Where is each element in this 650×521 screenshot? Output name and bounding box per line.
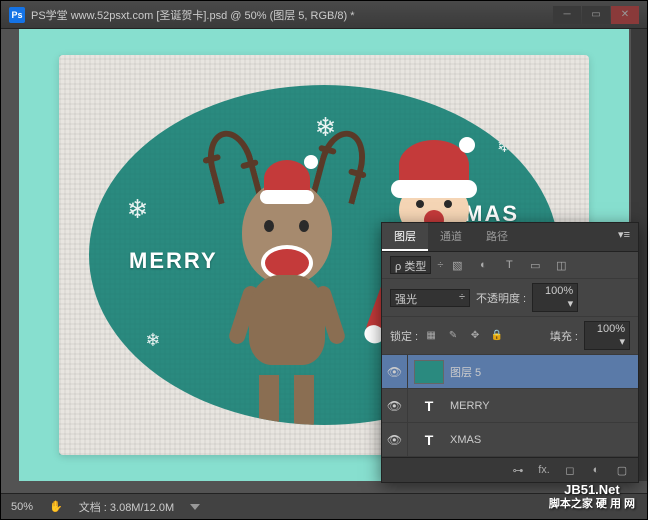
fill-input[interactable]: 100% ▾ xyxy=(584,321,630,350)
lock-row: 锁定 : ▦ ✎ ✥ 🔒 填充 : 100% ▾ xyxy=(382,317,638,355)
panel-menu-icon[interactable]: ▾≡ xyxy=(610,223,638,251)
layer-group-icon[interactable]: ▢ xyxy=(614,462,630,478)
blend-row: 强光 ÷ 不透明度 : 100% ▾ xyxy=(382,279,638,317)
link-layers-icon[interactable]: ⊶ xyxy=(510,462,526,478)
filter-smart-icon[interactable]: ◫ xyxy=(553,257,569,273)
layer-name[interactable]: 图层 5 xyxy=(450,364,638,380)
layer-name[interactable]: MERRY xyxy=(450,400,638,412)
tab-channels[interactable]: 通道 xyxy=(428,223,474,251)
layer-fx-icon[interactable]: fx. xyxy=(536,462,552,478)
filter-adjust-icon[interactable]: ◐ xyxy=(475,257,491,273)
fill-label: 填充 : xyxy=(550,328,578,344)
layer-row[interactable]: 👁 T MERRY xyxy=(382,389,638,423)
layer-name[interactable]: XMAS xyxy=(450,434,638,446)
visibility-eye-icon[interactable]: 👁 xyxy=(382,423,408,456)
filter-row: ρ 类型 ÷ ▧ ◐ T ▭ ◫ xyxy=(382,252,638,279)
merry-text: MERRY xyxy=(129,248,218,274)
watermark: JB51.Net 脚本之家 硬 用 网 xyxy=(549,482,635,511)
maximize-button[interactable]: ▭ xyxy=(582,6,610,24)
layer-mask-icon[interactable]: ◻ xyxy=(562,462,578,478)
window-controls: ─ ▭ ✕ xyxy=(553,6,639,24)
titlebar: Ps PS学堂 www.52psxt.com [圣诞贺卡].psd @ 50% … xyxy=(1,1,647,29)
minimize-button[interactable]: ─ xyxy=(553,6,581,24)
zoom-level[interactable]: 50% xyxy=(11,501,33,513)
flyout-icon[interactable] xyxy=(190,504,200,510)
document-title: PS学堂 www.52psxt.com [圣诞贺卡].psd @ 50% (图层… xyxy=(31,7,553,23)
layer-kind-filter[interactable]: ρ 类型 xyxy=(390,256,431,274)
reindeer-character xyxy=(214,140,359,400)
close-button[interactable]: ✕ xyxy=(611,6,639,24)
filter-pixel-icon[interactable]: ▧ xyxy=(449,257,465,273)
layers-panel: 图层 通道 路径 ▾≡ ρ 类型 ÷ ▧ ◐ T ▭ ◫ 强光 ÷ 不透明度 :… xyxy=(381,222,639,483)
panel-footer: ⊶ fx. ◻ ◐ ▢ xyxy=(382,457,638,482)
ps-app-icon: Ps xyxy=(9,7,25,23)
snowflake-icon: ❄ xyxy=(145,330,160,351)
lock-position-icon[interactable]: ✥ xyxy=(468,329,482,343)
filter-shape-icon[interactable]: ▭ xyxy=(527,257,543,273)
lock-all-icon[interactable]: 🔒 xyxy=(490,329,504,343)
opacity-label: 不透明度 : xyxy=(476,290,526,306)
adjustment-layer-icon[interactable]: ◐ xyxy=(588,462,604,478)
layer-thumbnail[interactable]: T xyxy=(414,394,444,418)
blend-mode-select[interactable]: 强光 ÷ xyxy=(390,289,470,307)
photoshop-window: Ps PS学堂 www.52psxt.com [圣诞贺卡].psd @ 50% … xyxy=(0,0,648,520)
tab-layers[interactable]: 图层 xyxy=(382,223,428,251)
snowflake-icon: ❄ xyxy=(127,194,149,225)
layer-row[interactable]: 👁 图层 5 xyxy=(382,355,638,389)
hand-tool-icon[interactable]: ✋ xyxy=(49,500,63,513)
visibility-eye-icon[interactable]: 👁 xyxy=(382,389,408,422)
layer-list: 👁 图层 5 👁 T MERRY 👁 T XMAS xyxy=(382,355,638,457)
opacity-input[interactable]: 100% ▾ xyxy=(532,283,578,312)
lock-transparency-icon[interactable]: ▦ xyxy=(424,329,438,343)
filter-icons: ▧ ◐ T ▭ ◫ xyxy=(449,257,569,273)
layer-row[interactable]: 👁 T XMAS xyxy=(382,423,638,457)
lock-label: 锁定 : xyxy=(390,328,418,344)
visibility-eye-icon[interactable]: 👁 xyxy=(382,355,408,388)
layer-thumbnail[interactable]: T xyxy=(414,428,444,452)
filter-type-icon[interactable]: T xyxy=(501,257,517,273)
panel-tabs: 图层 通道 路径 ▾≡ xyxy=(382,223,638,252)
tab-paths[interactable]: 路径 xyxy=(474,223,520,251)
layer-thumbnail[interactable] xyxy=(414,360,444,384)
lock-pixels-icon[interactable]: ✎ xyxy=(446,329,460,343)
doc-size: 文档 : 3.08M/12.0M xyxy=(79,499,174,515)
